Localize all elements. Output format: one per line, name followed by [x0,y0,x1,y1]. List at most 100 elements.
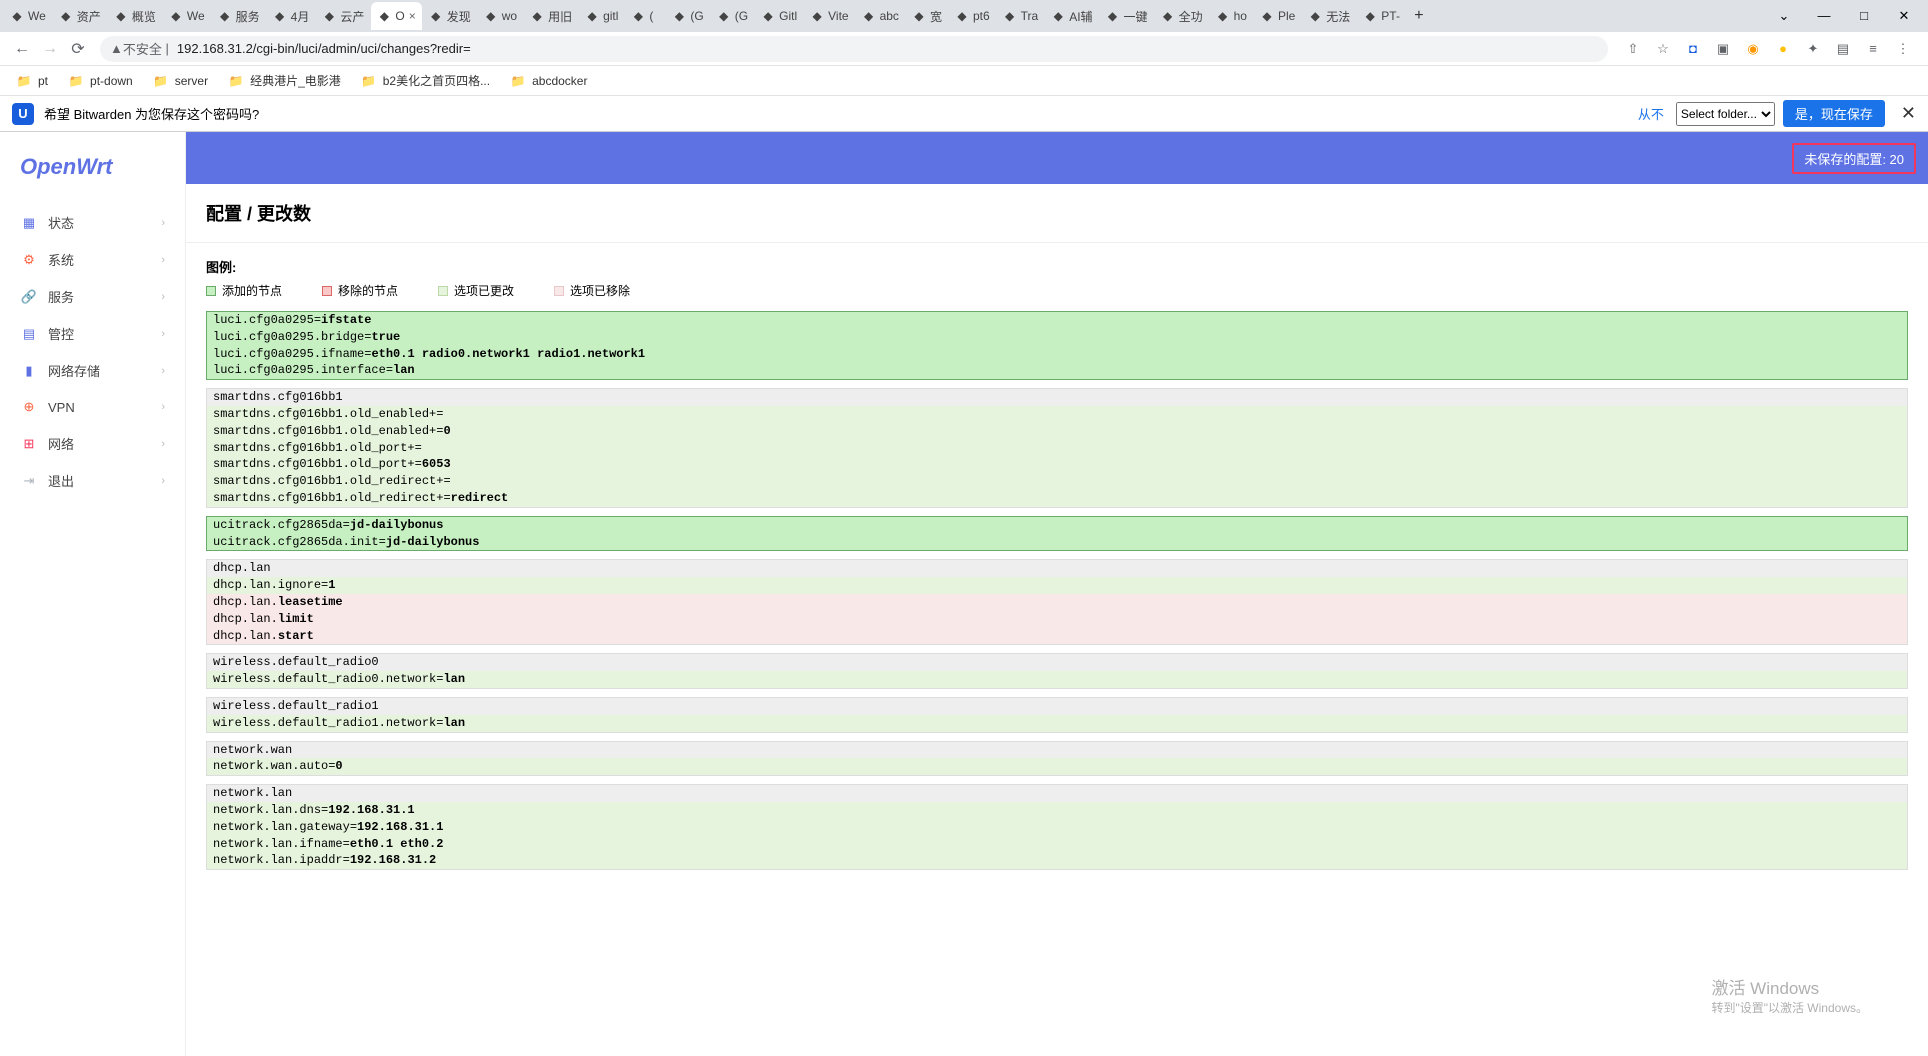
browser-tab[interactable]: ◆Gitl [755,2,803,30]
browser-tab[interactable]: ◆服务 [212,2,266,30]
sidebar-item-gear[interactable]: ⚙系统› [0,241,185,278]
sidebar-item-label: 网络 [48,434,74,453]
browser-tab[interactable]: ◆Tra [997,2,1045,30]
legend: 图例: 添加的节点 移除的节点 选项已更改 选项已移除 [186,243,1928,303]
reading-list-icon[interactable]: ▤ [1834,40,1852,58]
bitwarden-close-button[interactable]: ✕ [1901,103,1916,124]
browser-tab[interactable]: ◆(G [711,2,754,30]
sidebar-item-dashboard[interactable]: ▦状态› [0,204,185,241]
browser-tab[interactable]: ◆pt6 [949,2,996,30]
window-minimize-button[interactable]: — [1804,8,1844,24]
network-icon: ⊞ [20,435,38,453]
ext-icon-2[interactable]: ◉ [1744,40,1762,58]
unsaved-changes-badge[interactable]: 未保存的配置: 20 [1792,143,1916,174]
browser-tab[interactable]: ◆( [625,2,665,30]
window-caret-icon[interactable]: ⌄ [1764,8,1804,24]
sidebar-item-list[interactable]: ▤管控› [0,315,185,352]
app-logo[interactable]: OpenWrt [0,144,185,204]
address-input[interactable]: ▲ 不安全 | 192.168.31.2/cgi-bin/luci/admin/… [100,36,1608,62]
favicon-icon: ◆ [862,9,876,23]
browser-tab[interactable]: ◆云产 [316,2,370,30]
window-close-button[interactable]: ✕ [1884,8,1924,24]
ext-icon-3[interactable]: ● [1774,40,1792,58]
browser-tab[interactable]: ◆PT- [1357,2,1406,30]
browser-tab[interactable]: ◆O× [371,2,421,30]
uci-change-line: smartdns.cfg016bb1.old_port+=6053 [207,456,1907,473]
sidebar-item-logout[interactable]: ⇥退出› [0,462,185,499]
uci-change-line: luci.cfg0a0295=ifstate [207,312,1907,329]
favicon-icon: ◆ [114,9,128,23]
browser-tab[interactable]: ◆(G [666,2,709,30]
uci-change-line: network.lan.dns=192.168.31.1 [207,802,1907,819]
browser-tab[interactable]: ◆AI辅 [1045,2,1098,30]
bitwarden-save-button[interactable]: 是，现在保存 [1783,100,1885,127]
browser-tab[interactable]: ◆We [163,2,211,30]
sidebar-item-label: 状态 [48,213,74,232]
back-button[interactable]: ← [8,40,36,58]
browser-tab[interactable]: ◆宽 [906,2,948,30]
sidebar-item-vpn[interactable]: ⊕VPN› [0,389,185,425]
folder-icon: 📁 [16,73,32,89]
gear-icon: ⚙ [20,251,38,269]
bookmark-item[interactable]: 📁server [145,70,216,92]
bookmark-item[interactable]: 📁经典港片_电影港 [220,69,349,92]
favicon-icon: ◆ [1051,9,1065,23]
browser-tab[interactable]: ◆gitl [579,2,624,30]
extensions-icon[interactable]: ✦ [1804,40,1822,58]
bookmark-item[interactable]: 📁b2美化之首页四格... [353,69,498,92]
browser-tab[interactable]: ◆wo [478,2,523,30]
browser-tab[interactable]: ◆Vite [804,2,854,30]
sidebar-item-network[interactable]: ⊞网络› [0,425,185,462]
bitwarden-folder-select[interactable]: Select folder... [1676,102,1775,126]
uci-change-line: smartdns.cfg016bb1.old_enabled+=0 [207,423,1907,440]
bitwarden-never-link[interactable]: 从不 [1638,104,1664,123]
uci-change-line: smartdns.cfg016bb1.old_redirect+=redirec… [207,490,1907,507]
browser-tab[interactable]: ◆发现 [423,2,477,30]
sidebar-item-label: 服务 [48,287,74,306]
favicon-icon: ◆ [1260,9,1274,23]
sidebar-item-sd[interactable]: ▮网络存储› [0,352,185,389]
browser-tab[interactable]: ◆概览 [108,2,162,30]
menu-icon[interactable]: ⋮ [1894,40,1912,58]
window-maximize-button[interactable]: □ [1844,8,1884,24]
browser-tab[interactable]: ◆用旧 [524,2,578,30]
profile-icon[interactable]: ≡ [1864,40,1882,58]
reload-button[interactable]: ⟳ [64,39,92,59]
uci-change-block: wireless.default_radio1wireless.default_… [206,697,1908,733]
browser-tab[interactable]: ◆资产 [53,2,107,30]
uci-change-block: dhcp.landhcp.lan.ignore=1dhcp.lan.leaset… [206,559,1908,645]
chevron-right-icon: › [161,328,165,340]
vpn-icon: ⊕ [20,398,38,416]
chevron-right-icon: › [161,254,165,266]
browser-tab[interactable]: ◆We [4,2,52,30]
favicon-icon: ◆ [672,9,686,23]
browser-tab[interactable]: ◆全功 [1155,2,1209,30]
uci-change-block: network.wannetwork.wan.auto=0 [206,741,1908,777]
uci-change-line: dhcp.lan [207,560,1907,577]
browser-tab[interactable]: ◆abc [856,2,905,30]
tab-close-icon[interactable]: × [409,9,416,23]
browser-tab[interactable]: ◆ho [1210,2,1253,30]
share-icon[interactable]: ⇧ [1624,40,1642,58]
browser-tab[interactable]: ◆4月 [267,2,316,30]
forward-button[interactable]: → [36,40,64,58]
favicon-icon: ◆ [761,9,775,23]
ext-icon-1[interactable]: ▣ [1714,40,1732,58]
dashboard-icon: ▦ [20,214,38,232]
bookmark-item[interactable]: 📁pt [8,70,56,92]
insecure-icon: ▲ 不安全 | [110,39,169,58]
browser-tab[interactable]: ◆一键 [1100,2,1154,30]
bitwarden-ext-icon[interactable]: ◘ [1684,40,1702,58]
favicon-icon: ◆ [631,9,645,23]
star-icon[interactable]: ☆ [1654,40,1672,58]
new-tab-button[interactable]: + [1407,7,1431,25]
bookmark-item[interactable]: 📁abcdocker [502,70,595,92]
uci-change-line: network.wan.auto=0 [207,758,1907,775]
sidebar-item-share[interactable]: 🔗服务› [0,278,185,315]
browser-tab[interactable]: ◆无法 [1302,2,1356,30]
bitwarden-prompt-bar: U 希望 Bitwarden 为您保存这个密码吗? 从不 Select fold… [0,96,1928,132]
sidebar: OpenWrt ▦状态›⚙系统›🔗服务›▤管控›▮网络存储›⊕VPN›⊞网络›⇥… [0,132,186,1056]
bookmark-item[interactable]: 📁pt-down [60,70,141,92]
browser-tab[interactable]: ◆Ple [1254,2,1301,30]
sidebar-item-label: VPN [48,400,75,415]
